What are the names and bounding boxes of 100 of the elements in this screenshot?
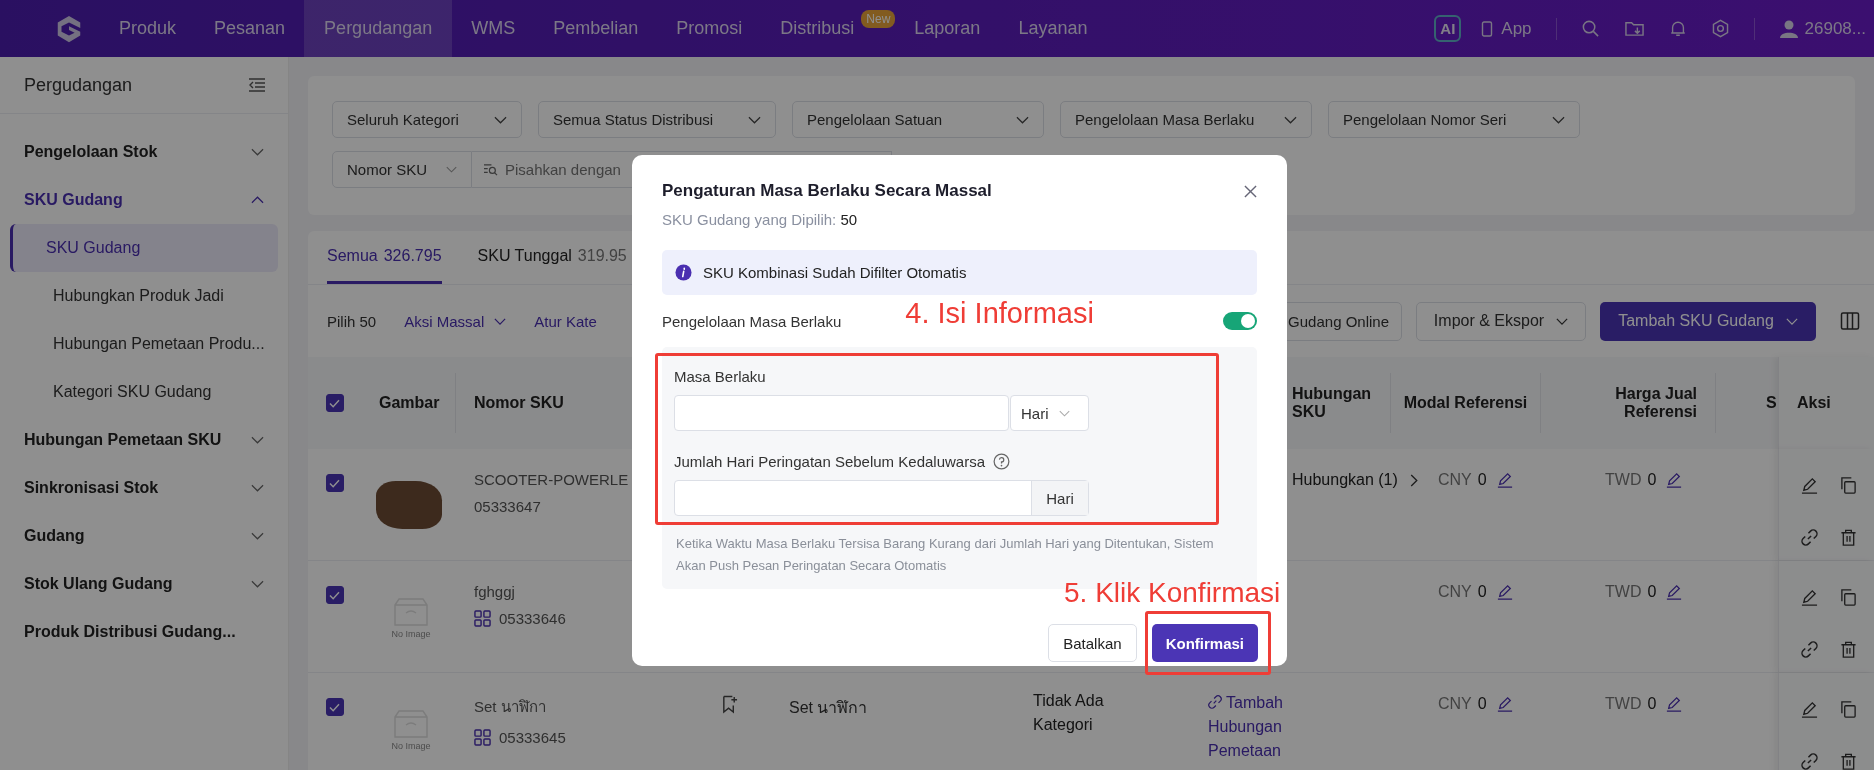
row-checkbox[interactable] <box>325 586 344 604</box>
sidebar-item[interactable]: Kategori SKU Gudang <box>10 368 278 416</box>
sku-code: 05333647 <box>474 498 541 515</box>
edit-icon[interactable] <box>1496 472 1513 488</box>
nav-tab[interactable]: Laporan <box>895 0 1000 57</box>
cost-value: 0 <box>1477 583 1487 601</box>
edit-icon[interactable] <box>1666 584 1683 600</box>
sidebar-item[interactable]: Hubungan Pemetaan Produ... <box>10 320 278 368</box>
row-checkbox[interactable] <box>325 698 344 716</box>
sidebar-group[interactable]: Sinkronisasi Stok <box>0 464 288 512</box>
check-icon <box>329 702 340 712</box>
chevron-down-icon <box>494 115 507 124</box>
sidebar-group[interactable]: Hubungan Pemetaan SKU <box>0 416 288 464</box>
bulk-action-menu[interactable]: Aksi Massal <box>404 312 507 330</box>
chevron-right-icon <box>1409 473 1418 487</box>
copy-icon[interactable] <box>1840 701 1857 718</box>
sidebar-group[interactable]: Gudang <box>0 512 288 560</box>
row-checkbox[interactable] <box>325 474 344 492</box>
selected-count-text: SKU Gudang yang Dipilih: 50 <box>662 211 859 228</box>
filter-select[interactable]: Pengelolaan Satuan <box>792 101 1044 138</box>
edit-icon[interactable] <box>1801 477 1818 494</box>
sidebar-item[interactable]: Hubungkan Produk Jadi <box>10 272 278 320</box>
app-link[interactable]: App <box>1481 18 1532 39</box>
sidebar-group[interactable]: Stok Ulang Gudang <box>0 560 288 608</box>
linked-count-link[interactable]: Hubungkan (1) <box>1292 471 1418 489</box>
columns-icon[interactable] <box>1840 311 1860 331</box>
chevron-down-icon <box>1556 317 1569 325</box>
price-value: 0 <box>1647 583 1657 601</box>
filter-select[interactable]: Pengelolaan Masa Berlaku <box>1060 101 1312 138</box>
help-icon[interactable] <box>993 453 1010 470</box>
nav-tab[interactable]: Pembelian <box>534 0 658 57</box>
input-field[interactable]: Hari <box>674 480 1089 516</box>
edit-icon[interactable] <box>1496 696 1513 712</box>
currency-label: CNY <box>1438 471 1472 489</box>
close-icon[interactable] <box>1244 184 1257 198</box>
nav-tab[interactable]: WMS <box>452 0 535 57</box>
sidebar-title: Pergudangan <box>24 74 133 96</box>
link-icon[interactable] <box>1801 640 1818 658</box>
copy-icon[interactable] <box>1840 589 1857 606</box>
column-header: Modal Referensi <box>1403 394 1528 412</box>
filter-select[interactable]: Seluruh Kategori <box>332 101 522 138</box>
trash-icon[interactable] <box>1840 528 1857 546</box>
link-icon[interactable] <box>1801 752 1818 770</box>
dialog-title: Pengaturan Masa Berlaku Secara Massal <box>662 181 992 201</box>
add-mapping-link[interactable]: Tambah Hubungan Pemetaan <box>1208 691 1318 763</box>
copy-icon[interactable] <box>1840 477 1857 494</box>
check-icon <box>329 590 340 600</box>
nav-tab[interactable]: Layanan <box>999 0 1107 57</box>
sidebar-item[interactable]: SKU Gudang <box>10 224 278 272</box>
set-category-link[interactable]: Atur Kate <box>534 312 597 330</box>
check-icon <box>329 478 340 488</box>
add-sku-button[interactable]: Tambah SKU Gudang <box>1600 301 1816 341</box>
filter-select[interactable]: Semua Status Distribusi <box>538 101 776 138</box>
user-icon[interactable] <box>1778 18 1799 39</box>
field-label: Jumlah Hari Peringatan Sebelum Kedaluwarsa <box>674 453 985 470</box>
nav-tab[interactable]: Pesanan <box>195 0 305 57</box>
bell-icon[interactable] <box>1668 19 1687 38</box>
price-value: 0 <box>1647 695 1657 713</box>
edit-icon[interactable] <box>1666 472 1683 488</box>
info-icon <box>675 264 692 281</box>
select-all-checkbox[interactable] <box>325 394 344 412</box>
new-badge: New <box>861 10 896 28</box>
user-account[interactable]: 26908... <box>1804 18 1866 39</box>
sidebar-group[interactable]: Pengelolaan Stok <box>0 128 288 176</box>
currency-label: CNY <box>1438 583 1472 601</box>
bookmark-plus-icon[interactable] <box>721 695 738 714</box>
link-icon[interactable] <box>1801 528 1818 546</box>
chevron-down-icon <box>446 166 457 173</box>
nav-tab[interactable]: Promosi <box>657 0 762 57</box>
trash-icon[interactable] <box>1840 640 1857 658</box>
folder-download-icon[interactable] <box>1623 19 1645 38</box>
tab[interactable]: Semua 326.795 <box>327 231 442 284</box>
sidebar-group[interactable]: SKU Gudang <box>0 176 288 224</box>
settings-icon[interactable] <box>1710 19 1730 38</box>
toggle-switch[interactable] <box>1223 312 1257 330</box>
selected-count: Pilih 50 <box>327 312 377 330</box>
edit-icon[interactable] <box>1496 584 1513 600</box>
filter-select[interactable]: Pengelolaan Nomor Seri <box>1328 101 1580 138</box>
nav-tab[interactable]: Produk <box>100 0 196 57</box>
collapse-menu-icon[interactable] <box>248 78 266 92</box>
search-type-select[interactable]: Nomor SKU <box>332 151 472 188</box>
import-export-button[interactable]: Impor & Ekspor <box>1416 301 1586 341</box>
trash-icon[interactable] <box>1840 752 1857 770</box>
sidebar-group[interactable]: Produk Distribusi Gudang... <box>0 608 288 656</box>
unit-select[interactable]: Hari <box>1010 395 1089 431</box>
input-field[interactable] <box>674 395 1009 431</box>
product-name: Set นาฬิกา <box>789 699 868 716</box>
search-icon[interactable] <box>1580 19 1600 38</box>
chevron-down-icon <box>1284 115 1297 124</box>
ai-button[interactable]: AI <box>1434 15 1462 42</box>
tab[interactable]: SKU Tunggal 319.95 <box>477 231 627 284</box>
edit-icon[interactable] <box>1666 696 1683 712</box>
confirm-button[interactable]: Konfirmasi <box>1151 624 1258 662</box>
sku-code: 05333646 <box>499 610 566 627</box>
chevron-icon <box>251 532 264 540</box>
cancel-button[interactable]: Batalkan <box>1048 624 1137 662</box>
edit-icon[interactable] <box>1801 589 1818 606</box>
chevron-down-icon <box>748 115 761 124</box>
edit-icon[interactable] <box>1801 701 1818 718</box>
chevron-icon <box>251 484 264 492</box>
